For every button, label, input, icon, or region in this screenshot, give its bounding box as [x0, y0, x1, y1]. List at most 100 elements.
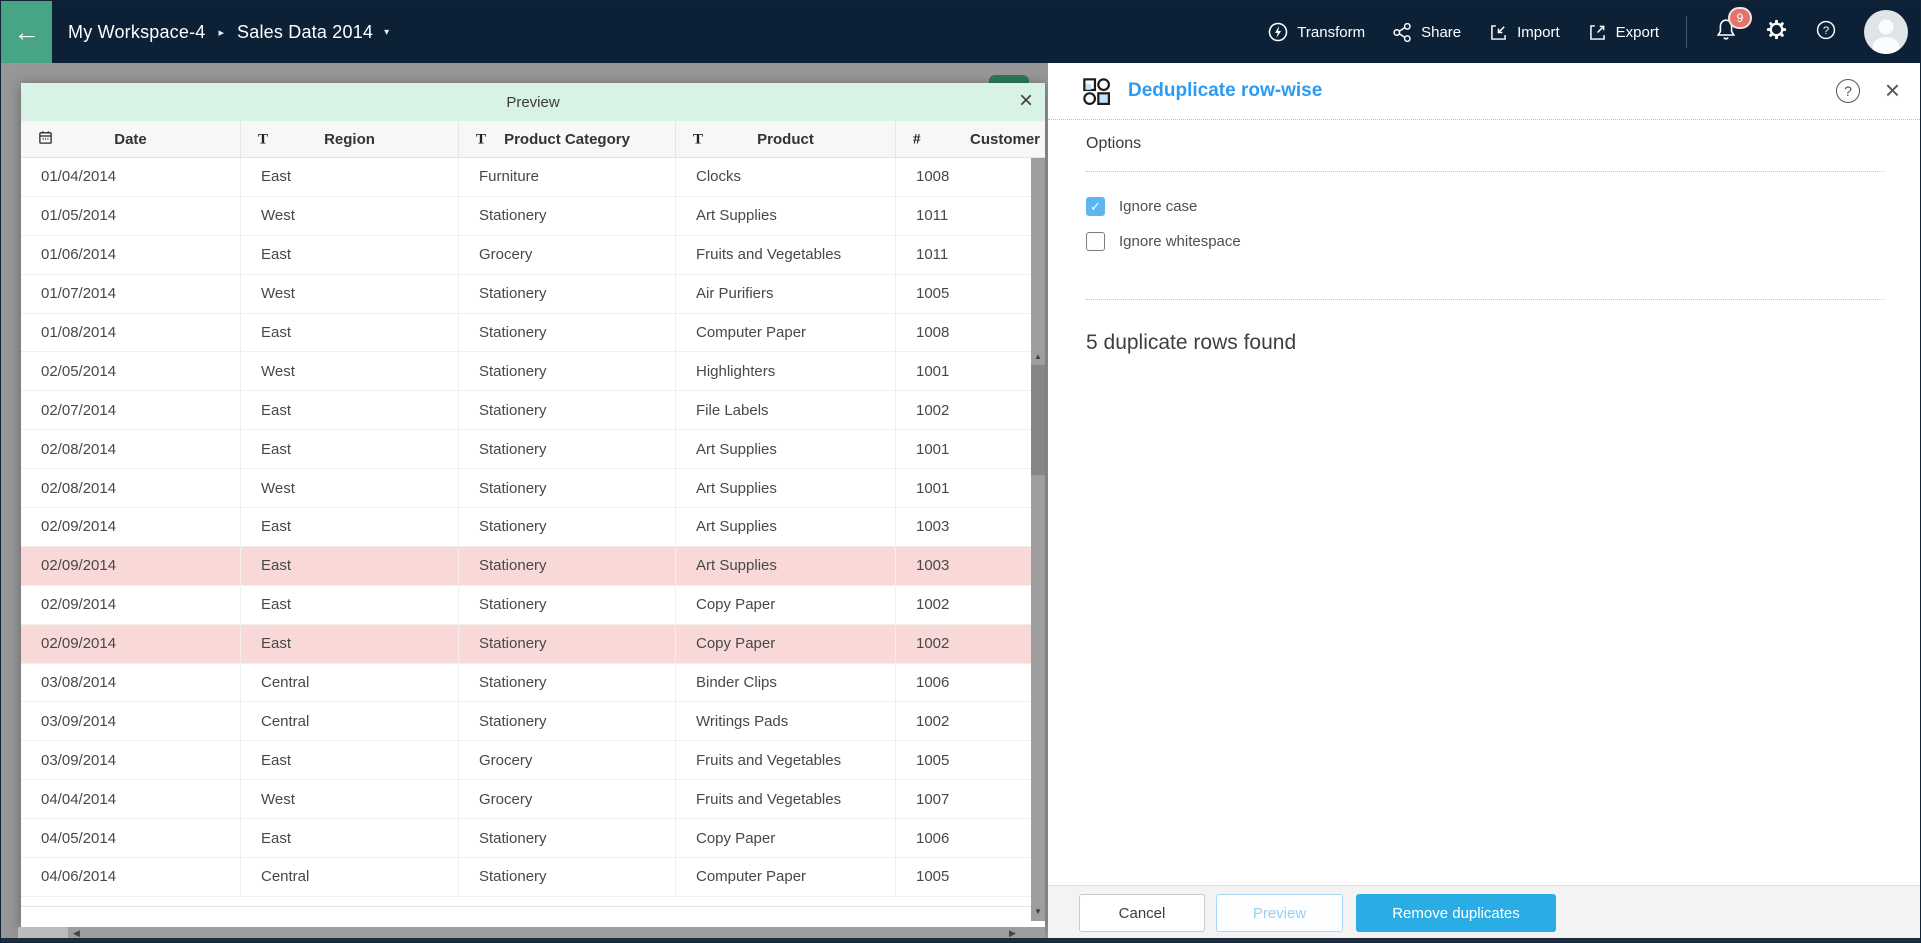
cell-region: East [241, 391, 459, 430]
column-label: Customer [970, 131, 1040, 148]
cell-product: Air Purifiers [676, 275, 896, 314]
preview-horizontal-scroll-area[interactable] [21, 906, 1031, 928]
vertical-scroll-thumb[interactable] [1031, 365, 1045, 475]
cell-customer: 1008 [896, 158, 1045, 197]
cell-customer: 1006 [896, 664, 1045, 703]
column-label: Region [324, 131, 375, 148]
checkbox-ignore-whitespace[interactable]: Ignore whitespace [1086, 232, 1241, 251]
cell-product: Art Supplies [676, 547, 896, 586]
cancel-button[interactable]: Cancel [1079, 894, 1205, 932]
panel-close-icon[interactable]: × [1885, 75, 1900, 106]
export-button[interactable]: Export [1587, 22, 1659, 43]
preview-title: Preview [506, 94, 559, 111]
table-row: 01/08/2014EastStationeryComputer Paper10… [21, 314, 1045, 353]
scroll-up-icon[interactable]: ▲ [1031, 351, 1045, 363]
cell-region: West [241, 197, 459, 236]
cell-product: Copy Paper [676, 819, 896, 858]
notification-badge: 9 [1728, 7, 1752, 29]
export-icon [1587, 22, 1608, 43]
preview-header: Preview × [21, 83, 1045, 121]
share-icon [1392, 22, 1413, 43]
checkbox-icon[interactable] [1086, 232, 1105, 251]
column-label: Product Category [504, 131, 630, 148]
checkbox-icon[interactable]: ✓ [1086, 197, 1105, 216]
back-button[interactable]: ← [1, 1, 52, 63]
cell-customer: 1003 [896, 508, 1045, 547]
cell-category: Stationery [459, 430, 676, 469]
preview-button[interactable]: Preview [1216, 894, 1343, 932]
breadcrumb-dataset[interactable]: Sales Data 2014 [237, 22, 373, 43]
column-header-customer[interactable]: # Customer [896, 121, 1045, 158]
cell-category: Stationery [459, 508, 676, 547]
settings-button[interactable] [1765, 18, 1788, 46]
cell-region: West [241, 352, 459, 391]
preview-close-icon[interactable]: × [1019, 87, 1033, 115]
cell-region: East [241, 547, 459, 586]
cell-category: Grocery [459, 236, 676, 275]
cell-product: Clocks [676, 158, 896, 197]
table-row: 04/06/2014CentralStationeryComputer Pape… [21, 858, 1045, 897]
column-header-product[interactable]: T Product [676, 121, 896, 158]
cell-customer: 1002 [896, 625, 1045, 664]
column-header-date[interactable]: Date [21, 121, 241, 158]
cell-date: 01/06/2014 [21, 236, 241, 275]
cell-date: 01/07/2014 [21, 275, 241, 314]
panel-help-icon[interactable]: ? [1836, 79, 1860, 103]
divider [1086, 171, 1884, 172]
cell-category: Stationery [459, 391, 676, 430]
checkbox-ignore-case[interactable]: ✓ Ignore case [1086, 197, 1197, 216]
remove-duplicates-button[interactable]: Remove duplicates [1356, 894, 1556, 932]
duplicate-result-text: 5 duplicate rows found [1086, 331, 1296, 355]
cell-region: Central [241, 702, 459, 741]
dataset-caret-icon[interactable]: ▾ [384, 27, 389, 38]
scroll-down-icon[interactable]: ▼ [1031, 906, 1045, 918]
cell-customer: 1005 [896, 741, 1045, 780]
cell-region: East [241, 819, 459, 858]
breadcrumb-workspace[interactable]: My Workspace-4 [68, 22, 206, 43]
cell-customer: 1003 [896, 547, 1045, 586]
share-label: Share [1421, 24, 1461, 41]
import-label: Import [1517, 24, 1560, 41]
cell-product: Art Supplies [676, 197, 896, 236]
cell-date: 02/08/2014 [21, 430, 241, 469]
breadcrumb: My Workspace-4 ▸ Sales Data 2014 ▾ [52, 22, 389, 43]
divider [1086, 299, 1884, 300]
preview-vertical-scrollbar[interactable]: ▲ ▼ [1031, 158, 1045, 921]
cell-customer: 1011 [896, 197, 1045, 236]
deduplicate-panel: Deduplicate row-wise ? × Options ✓ Ignor… [1048, 63, 1921, 943]
transform-button[interactable]: Transform [1267, 21, 1365, 43]
table-row: 01/07/2014WestStationeryAir Purifiers100… [21, 275, 1045, 314]
column-header-region[interactable]: T Region [241, 121, 459, 158]
cell-product: Fruits and Vegetables [676, 741, 896, 780]
cell-region: Central [241, 858, 459, 897]
export-label: Export [1616, 24, 1659, 41]
cell-date: 01/04/2014 [21, 158, 241, 197]
cell-product: Computer Paper [676, 314, 896, 353]
cell-customer: 1001 [896, 469, 1045, 508]
cell-date: 01/08/2014 [21, 314, 241, 353]
bell-icon [1714, 30, 1738, 47]
table-row: 02/08/2014WestStationeryArt Supplies1001 [21, 469, 1045, 508]
cell-customer: 1005 [896, 275, 1045, 314]
import-button[interactable]: Import [1488, 22, 1560, 43]
user-avatar[interactable] [1864, 10, 1908, 54]
help-button[interactable]: ? [1815, 19, 1837, 46]
column-header-product-category[interactable]: T Product Category [459, 121, 676, 158]
cell-date: 02/09/2014 [21, 547, 241, 586]
text-type-icon: T [258, 131, 268, 148]
cell-date: 02/07/2014 [21, 391, 241, 430]
cell-product: Highlighters [676, 352, 896, 391]
cell-category: Stationery [459, 586, 676, 625]
cell-region: East [241, 741, 459, 780]
notifications-button[interactable]: 9 [1714, 17, 1738, 48]
cell-date: 02/09/2014 [21, 625, 241, 664]
cell-category: Stationery [459, 197, 676, 236]
person-icon [1864, 10, 1908, 54]
cell-category: Stationery [459, 702, 676, 741]
share-button[interactable]: Share [1392, 22, 1461, 43]
cell-region: West [241, 780, 459, 819]
cell-customer: 1002 [896, 391, 1045, 430]
cell-category: Stationery [459, 664, 676, 703]
cell-category: Stationery [459, 352, 676, 391]
cell-product: Copy Paper [676, 625, 896, 664]
